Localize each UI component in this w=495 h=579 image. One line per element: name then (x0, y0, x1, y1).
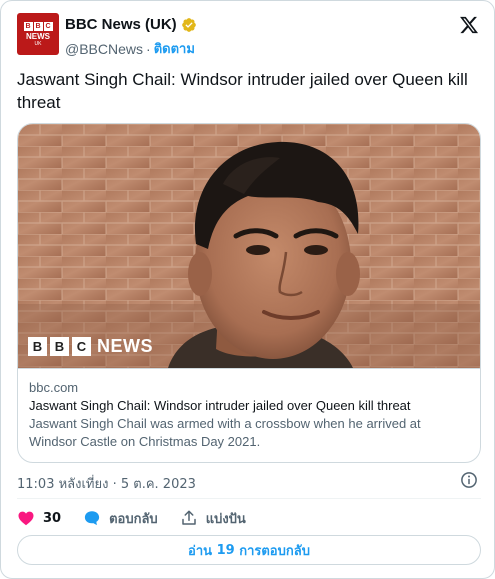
avatar-news-word: NEWS (26, 31, 50, 41)
share-action[interactable]: แบ่งปัน (180, 508, 246, 529)
link-card-title: Jaswant Singh Chail: Windsor intruder ja… (29, 398, 411, 413)
avatar-block-2: B (33, 21, 43, 31)
watermark-block-1: B (28, 337, 47, 356)
share-label: แบ่งปัน (205, 511, 246, 527)
read-replies-prefix: อ่าน (188, 543, 213, 559)
x-logo-icon[interactable] (458, 15, 480, 35)
author-handle[interactable]: @BBCNews (65, 41, 143, 57)
tweet-timestamp[interactable]: 11:03 หลังเที่ยง · 5 ต.ค. 2023 (17, 473, 196, 494)
link-preview-card[interactable]: B B C NEWS bbc.com Jaswant Singh Chail: … (17, 123, 481, 463)
watermark-news-word: NEWS (97, 336, 153, 356)
heart-icon[interactable] (17, 509, 35, 527)
author-handle-row: @BBCNews · ติดตาม (65, 38, 195, 59)
author-display-name[interactable]: BBC News (UK) (65, 16, 177, 33)
like-count: 30 (43, 510, 62, 526)
reply-label: ตอบกลับ (109, 511, 158, 527)
watermark-block-2: B (50, 337, 69, 356)
reply-action[interactable]: ตอบกลับ (83, 508, 158, 529)
read-replies-count: 19 (216, 542, 235, 558)
tweet-embed-card: B B C NEWS UK BBC News (UK) @BBCNews · ต… (0, 0, 495, 579)
watermark-block-3: C (72, 337, 91, 356)
follow-link[interactable]: ติดตาม (154, 38, 195, 59)
read-replies-button[interactable]: อ่าน 19 การตอบกลับ (17, 535, 481, 565)
tweet-text: Jaswant Singh Chail: Windsor intruder ja… (17, 70, 468, 112)
actions-divider (17, 498, 481, 499)
avatar-block-1: B (23, 21, 33, 31)
bbc-news-watermark: B B C NEWS (28, 336, 153, 357)
avatar-block-3: C (43, 21, 53, 31)
author-name-row: BBC News (UK) (65, 16, 197, 33)
portrait-photo-image (18, 124, 480, 368)
read-replies-suffix: การตอบกลับ (239, 543, 310, 559)
link-card-domain: bbc.com (29, 380, 79, 395)
verified-badge-icon (181, 17, 196, 32)
info-icon[interactable] (460, 471, 478, 489)
speech-bubble-icon[interactable] (83, 509, 101, 527)
avatar-uk-word: UK (34, 40, 42, 47)
avatar-bbc-blocks: B B C (23, 21, 53, 31)
article-photo: B B C NEWS (18, 124, 480, 368)
handle-separator: · (146, 40, 151, 57)
like-action[interactable]: 30 (17, 509, 61, 527)
tweet-actions-bar: 30 ตอบกลับ แบ่งปัน (17, 506, 268, 530)
author-avatar[interactable]: B B C NEWS UK (17, 13, 59, 55)
share-upload-icon[interactable] (180, 509, 198, 527)
link-card-body: bbc.com Jaswant Singh Chail: Windsor int… (18, 368, 480, 461)
link-card-description: Jaswant Singh Chail was armed with a cro… (29, 416, 421, 449)
